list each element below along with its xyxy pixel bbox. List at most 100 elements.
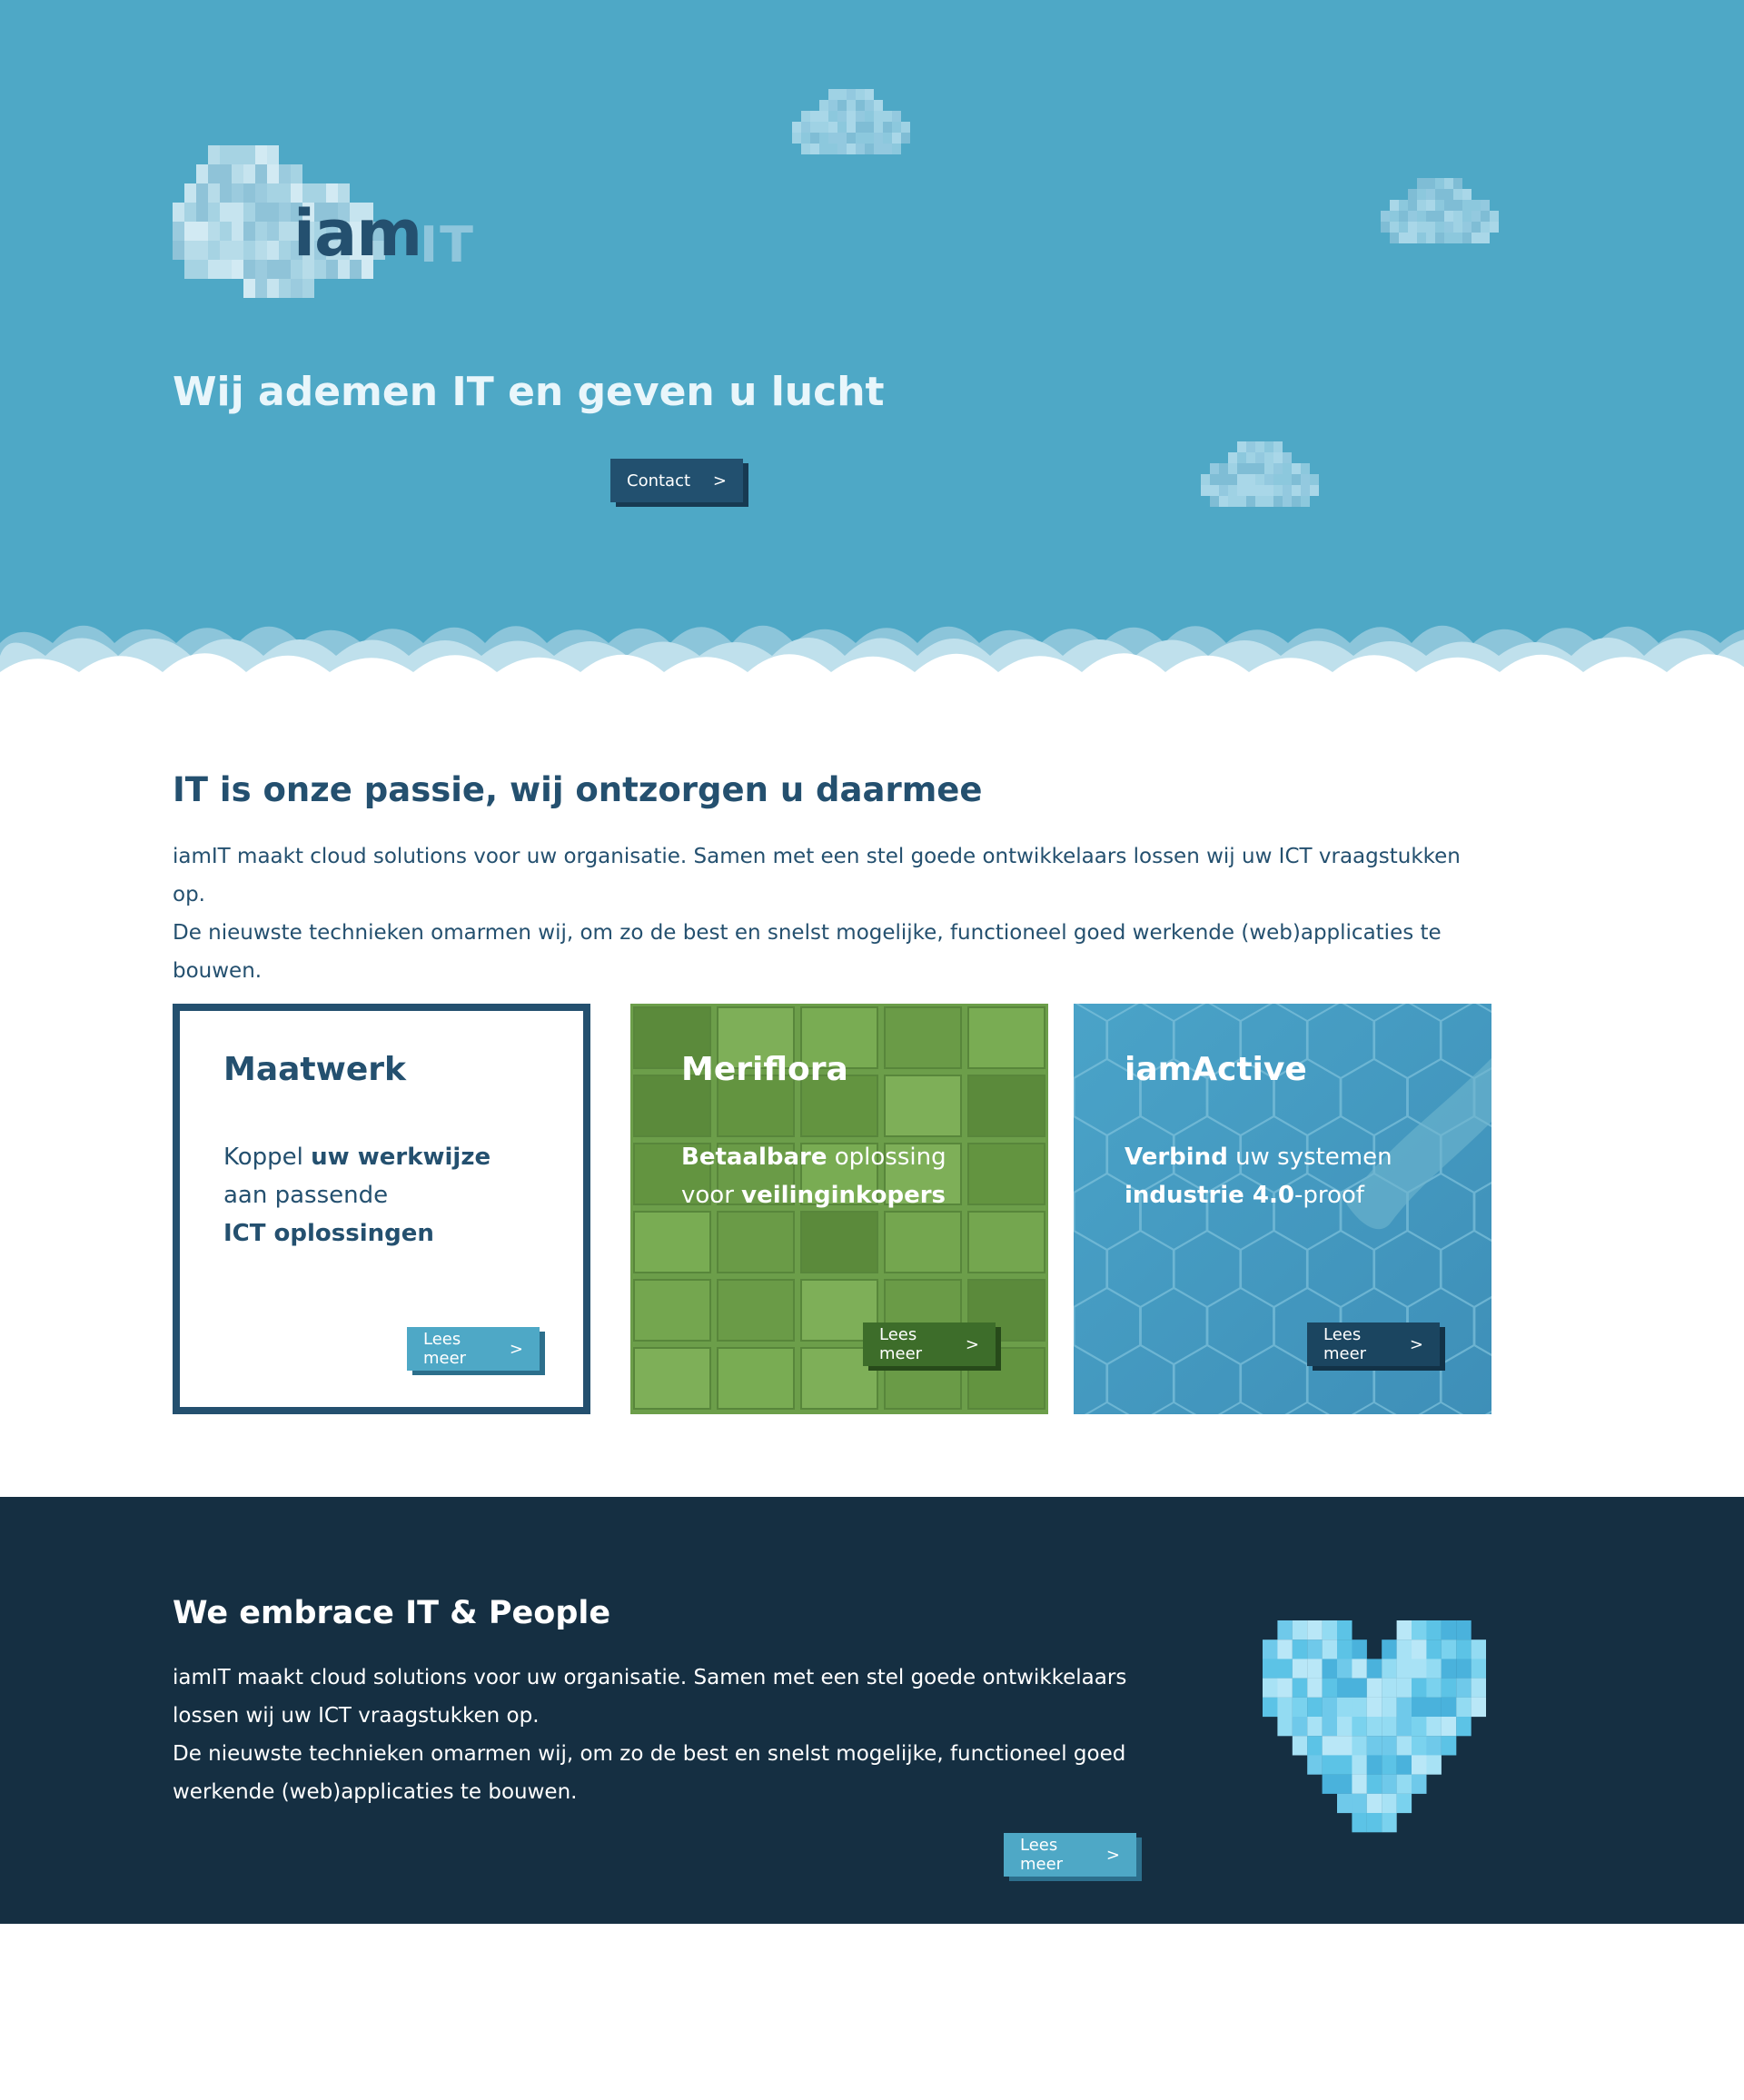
heart-pixel [1322, 1697, 1338, 1718]
cloud-pixel [847, 89, 856, 100]
cloud-pixel [1481, 200, 1490, 211]
cloud-pixel [1408, 189, 1417, 200]
heart-pixel [1337, 1659, 1353, 1679]
cloud-pixel [1390, 233, 1399, 243]
cloud-pixel [1228, 452, 1237, 463]
cloud-pixel [837, 122, 847, 133]
logo-cloud-pixel [232, 145, 243, 164]
logo[interactable]: iam IT [173, 145, 481, 309]
cloud-pixel [1210, 463, 1219, 474]
card-maatwerk[interactable]: Maatwerk Koppel uw werkwijze aan passend… [173, 1004, 590, 1414]
logo-cloud-pixel [243, 279, 255, 298]
heart-pixel [1456, 1659, 1472, 1679]
cloud-pixel [1292, 485, 1301, 496]
logo-cloud-pixel [243, 203, 255, 222]
heart-pixel [1337, 1793, 1353, 1814]
heart-pixel [1366, 1793, 1382, 1814]
heart-pixel [1382, 1793, 1397, 1814]
logo-cloud-pixel [302, 279, 314, 298]
cloud-pixel [1310, 474, 1319, 485]
cloud-pixel [1273, 452, 1283, 463]
heart-pixel [1322, 1620, 1338, 1640]
cloud-pixel [792, 133, 801, 144]
card-iamactive[interactable]: iamActive Verbind uw systemen industrie … [1074, 1004, 1491, 1414]
cloud-pixel [1210, 496, 1219, 507]
chevron-right-icon: > [965, 1334, 979, 1354]
heart-pixel [1352, 1813, 1367, 1833]
lees-meer-button[interactable]: Lees meer > [407, 1327, 540, 1371]
cloud-pixel [1246, 485, 1255, 496]
cloud-pixel [1381, 211, 1390, 222]
heart-pixel [1412, 1774, 1427, 1794]
cloud-pixel [1201, 485, 1210, 496]
card-title: iamActive [1125, 1051, 1307, 1088]
heart-pixel [1277, 1717, 1293, 1737]
contact-button[interactable]: Contact > [610, 459, 743, 502]
pixel-cloud-icon [1201, 441, 1319, 520]
heart-pixel [1412, 1717, 1427, 1737]
cloud-pixel [1435, 189, 1444, 200]
cloud-pixel [1292, 463, 1301, 474]
cloud-pixel [1453, 200, 1462, 211]
embrace-title: We embrace IT & People [173, 1595, 611, 1631]
chevron-right-icon: > [1409, 1334, 1423, 1354]
cloud-pixel [828, 111, 837, 122]
heart-pixel [1426, 1678, 1442, 1698]
heart-pixel [1292, 1736, 1308, 1756]
logo-cloud-pixel [208, 260, 220, 279]
heart-pixel [1322, 1774, 1338, 1794]
heart-pixel [1441, 1736, 1457, 1756]
heart-pixel [1366, 1659, 1382, 1679]
heart-pixel [1471, 1697, 1486, 1718]
heart-pixel [1426, 1755, 1442, 1775]
logo-cloud-pixel [279, 164, 291, 183]
cloud-pixel [1246, 474, 1255, 485]
heart-pixel [1456, 1678, 1472, 1698]
heart-pixel [1396, 1717, 1412, 1737]
heart-pixel [1412, 1620, 1427, 1640]
cloud-pixel [837, 100, 847, 111]
heart-pixel [1382, 1774, 1397, 1794]
cloud-pixel [1301, 463, 1310, 474]
intro-paragraph-1: iamIT maakt cloud solutions voor uw orga… [173, 845, 1461, 906]
heart-pixel [1292, 1697, 1308, 1718]
lees-meer-button[interactable]: Lees meer > [863, 1322, 996, 1366]
cloud-pixel [1273, 474, 1283, 485]
lees-meer-button[interactable]: Lees meer > [1004, 1833, 1136, 1877]
cloud-pixel [1201, 474, 1210, 485]
heart-pixel [1382, 1659, 1397, 1679]
heart-pixel [1366, 1697, 1382, 1718]
heart-pixel [1337, 1620, 1353, 1640]
heart-pixel [1441, 1678, 1457, 1698]
heart-pixel [1412, 1736, 1427, 1756]
logo-cloud-pixel [267, 164, 279, 183]
heart-pixel [1307, 1755, 1323, 1775]
heart-pixel [1382, 1736, 1397, 1756]
cloud-pixel [1472, 222, 1481, 233]
logo-cloud-pixel [232, 183, 243, 203]
heart-pixel [1337, 1774, 1353, 1794]
cloud-pixel [865, 111, 874, 122]
logo-cloud-pixel [255, 279, 267, 298]
cloud-pixel [1273, 463, 1283, 474]
heart-pixel [1412, 1697, 1427, 1718]
heart-pixel [1412, 1678, 1427, 1698]
heart-pixel [1263, 1697, 1278, 1718]
cloud-pixel [892, 111, 901, 122]
card-meriflora[interactable]: Meriflora Betaalbare oplossing voor veil… [630, 1004, 1048, 1414]
heart-pixel [1471, 1659, 1486, 1679]
logo-cloud-pixel [232, 260, 243, 279]
logo-cloud-pixel [243, 183, 255, 203]
heart-pixel [1337, 1697, 1353, 1718]
cloud-pixel [1219, 485, 1228, 496]
cloud-pixel [1237, 463, 1246, 474]
logo-cloud-pixel [220, 164, 232, 183]
heart-pixel [1441, 1639, 1457, 1659]
cloud-pixel [801, 133, 810, 144]
cloud-pixel [1264, 485, 1273, 496]
logo-cloud-pixel [267, 222, 279, 241]
cloud-pixel [1255, 452, 1264, 463]
cloud-pixel [856, 133, 865, 144]
cloud-pixel [1381, 222, 1390, 233]
lees-meer-button[interactable]: Lees meer > [1307, 1322, 1440, 1366]
